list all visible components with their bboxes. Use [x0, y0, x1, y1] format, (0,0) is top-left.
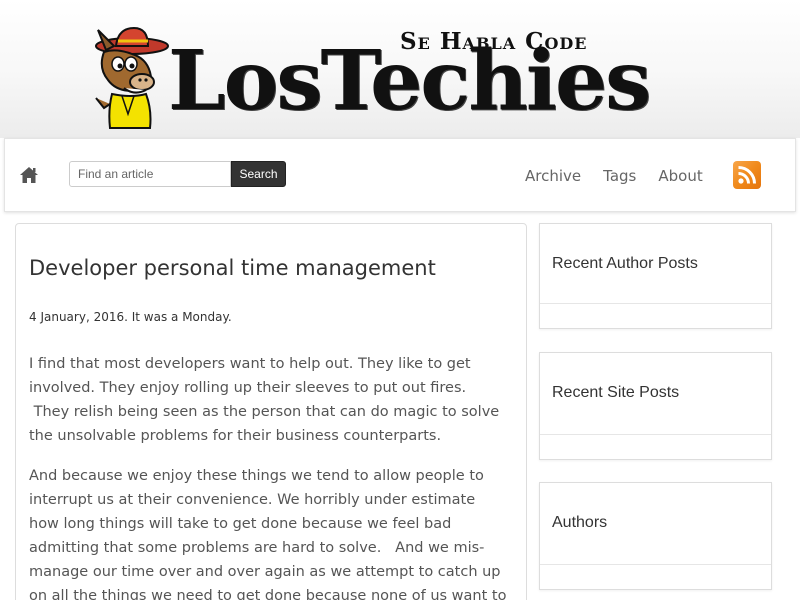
paragraph-line: They relish being seen as the person tha… [29, 404, 500, 420]
widget-title: Recent Site Posts [552, 384, 680, 401]
paragraph-line: manage our time over and over again as w… [29, 564, 501, 580]
paragraph-line: on all the things we need to get done be… [29, 588, 507, 600]
widget-footer [540, 303, 771, 328]
widget-footer [540, 564, 771, 589]
article-paragraph: And because we enjoy these things we ten… [29, 464, 515, 600]
donkey-mascot-icon [95, 26, 169, 129]
article-card: Developer personal time management 4 Jan… [15, 223, 527, 600]
widget-recent-site-posts: Recent Site Posts [539, 352, 772, 460]
nav-link-archive[interactable]: Archive [525, 165, 581, 189]
site-logotype[interactable]: LosTechies [168, 36, 651, 126]
rss-feed-glyph [738, 166, 756, 184]
widget-title: Recent Author Posts [552, 255, 698, 272]
paragraph-line: I find that most developers want to help… [29, 356, 471, 372]
widget-footer [540, 434, 771, 459]
paragraph-line: involved. They enjoy rolling up their sl… [29, 380, 467, 396]
paragraph-line: interrupt us at their convenience. We ho… [29, 492, 476, 508]
navbar: Search Archive Tags About [4, 138, 796, 212]
article-title[interactable]: Developer personal time management [29, 256, 436, 280]
paragraph-line: how long things will take to get done be… [29, 516, 452, 532]
article-body: I find that most developers want to help… [29, 352, 515, 600]
widget-recent-author-posts: Recent Author Posts [539, 223, 772, 329]
article-date: 4 January, 2016. It was a Monday. [29, 310, 232, 324]
widget-authors: Authors [539, 482, 772, 590]
paragraph-line: the unsolvable problems for their busine… [29, 428, 442, 444]
search-button[interactable]: Search [231, 161, 286, 187]
nav-link-tags[interactable]: Tags [603, 165, 636, 189]
search-input[interactable] [69, 161, 231, 187]
paragraph-line: admitting that some problems are hard to… [29, 540, 485, 556]
home-icon[interactable] [19, 166, 39, 184]
page: Se Habla Code LosTechies Search Archive … [0, 0, 800, 600]
nav-link-about[interactable]: About [658, 165, 702, 189]
site-banner: Se Habla Code LosTechies [0, 0, 800, 138]
nav-links: Archive Tags About [525, 165, 725, 189]
article-paragraph: I find that most developers want to help… [29, 352, 515, 448]
paragraph-line: And because we enjoy these things we ten… [29, 468, 484, 484]
widget-title: Authors [552, 514, 608, 531]
rss-icon[interactable] [733, 161, 761, 189]
